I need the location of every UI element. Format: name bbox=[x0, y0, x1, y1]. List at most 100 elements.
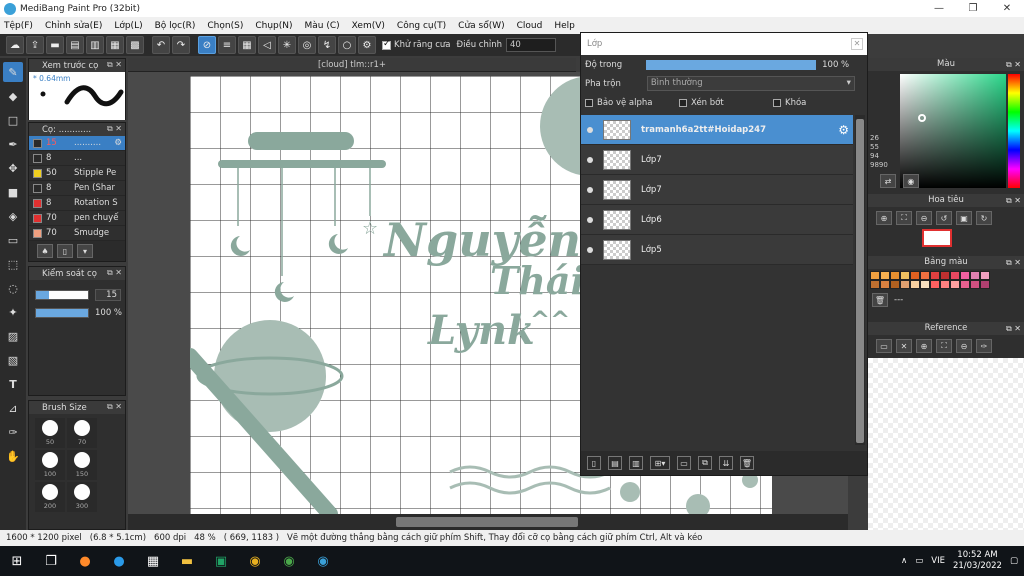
folder-icon[interactable]: ▭ bbox=[876, 339, 892, 353]
layer-item[interactable]: Lớp6 bbox=[581, 205, 853, 235]
excel-icon[interactable]: ▣ bbox=[211, 551, 231, 571]
menu-edit[interactable]: Chỉnh sửa(E) bbox=[45, 21, 102, 31]
add-layer-menu-icon[interactable]: ⊞▾ bbox=[650, 456, 670, 470]
fill-tool-icon[interactable]: ◈ bbox=[3, 206, 23, 226]
menu-view[interactable]: Xem(V) bbox=[352, 21, 385, 31]
eyedropper-icon[interactable]: ✑ bbox=[3, 422, 23, 442]
brush-add-icon[interactable]: ♠ bbox=[37, 244, 53, 258]
brush-list-item[interactable]: 70 pen chuyế bbox=[29, 211, 125, 226]
folder-icon[interactable]: ▭ bbox=[677, 456, 691, 470]
delete-layer-icon[interactable]: 🗑 bbox=[740, 456, 754, 470]
visibility-icon[interactable] bbox=[587, 216, 593, 223]
share-icon[interactable]: ⇪ bbox=[26, 36, 44, 54]
chrome-icon[interactable]: ◉ bbox=[245, 551, 265, 571]
menu-window[interactable]: Cửa sổ(W) bbox=[458, 21, 504, 31]
palette-swatch[interactable] bbox=[880, 271, 890, 280]
palette-swatch[interactable] bbox=[970, 271, 980, 280]
brush-list-item[interactable]: 70 Smudge bbox=[29, 226, 125, 241]
snap-radial-icon[interactable]: ✳ bbox=[278, 36, 296, 54]
layer-vscroll[interactable] bbox=[855, 115, 865, 445]
brush-menu-icon[interactable]: ▾ bbox=[77, 244, 93, 258]
layer-item[interactable]: Lớp7 bbox=[581, 175, 853, 205]
visibility-icon[interactable] bbox=[587, 126, 593, 133]
close-icon[interactable]: ✕ bbox=[851, 38, 863, 50]
navigator-thumbnail[interactable] bbox=[922, 229, 952, 247]
snap-circle-icon[interactable]: ◎ bbox=[298, 36, 316, 54]
adjust-input[interactable]: 40 bbox=[505, 38, 556, 52]
snap-cross-icon[interactable]: ▦ bbox=[238, 36, 256, 54]
brush-size-slider[interactable] bbox=[35, 290, 89, 300]
color-picker-cursor[interactable] bbox=[918, 114, 926, 122]
rotate-right-icon[interactable]: ↻ bbox=[976, 211, 992, 225]
fit-screen-icon[interactable]: ▣ bbox=[956, 211, 972, 225]
menu-snap[interactable]: Chụp(N) bbox=[255, 21, 292, 31]
zoom-out-icon[interactable]: ⊖ bbox=[916, 211, 932, 225]
brush-size-option[interactable]: 70 bbox=[67, 418, 97, 448]
store-icon[interactable]: ▦ bbox=[143, 551, 163, 571]
magic-wand-icon[interactable]: ✦ bbox=[3, 302, 23, 322]
pen-tool-icon[interactable]: ✒ bbox=[3, 134, 23, 154]
brush-opacity-slider[interactable] bbox=[35, 308, 89, 318]
trash-icon[interactable]: 🗑 bbox=[872, 293, 888, 307]
blend-mode-select[interactable]: Bình thường bbox=[646, 76, 855, 91]
brush-list-item[interactable]: 8 Rotation S bbox=[29, 196, 125, 211]
menu-file[interactable]: Tệp(F) bbox=[4, 21, 33, 31]
hscroll-thumb[interactable] bbox=[396, 517, 578, 527]
palette-icon[interactable]: ◉ bbox=[902, 174, 919, 188]
snap-vanish-icon[interactable]: ◁ bbox=[258, 36, 276, 54]
dot-tool-icon[interactable]: □ bbox=[3, 110, 23, 130]
close-icon[interactable]: ✕ bbox=[990, 3, 1024, 14]
snap-off-icon[interactable]: ⊘ bbox=[198, 36, 216, 54]
rotate-left-icon[interactable]: ↺ bbox=[936, 211, 952, 225]
brush-size-option[interactable]: 200 bbox=[35, 482, 65, 512]
reference-canvas[interactable] bbox=[868, 358, 1024, 530]
layer-vscroll-thumb[interactable] bbox=[856, 119, 864, 443]
menu-help[interactable]: Help bbox=[554, 21, 575, 31]
panel-close-icon[interactable]: ⧉ ✕ bbox=[107, 268, 122, 278]
clipping-checkbox[interactable]: Xén bớt bbox=[679, 98, 773, 108]
lock-checkbox[interactable]: Khóa bbox=[773, 98, 867, 108]
visibility-icon[interactable] bbox=[587, 246, 593, 253]
zoom-in-icon[interactable]: ⊕ bbox=[916, 339, 932, 353]
layer-item[interactable]: Lớp7 bbox=[581, 145, 853, 175]
rectangle-tool-icon[interactable]: ■ bbox=[3, 182, 23, 202]
edge-icon[interactable]: ● bbox=[109, 551, 129, 571]
color-picker-area[interactable] bbox=[900, 74, 1006, 188]
select-tool-icon[interactable]: ⬚ bbox=[3, 254, 23, 274]
palette-swatch[interactable] bbox=[870, 280, 880, 289]
brush-tool-icon[interactable]: ✎ bbox=[3, 62, 23, 82]
snap-parallel-icon[interactable]: ≡ bbox=[218, 36, 236, 54]
windows-start-icon[interactable]: ⊞ bbox=[7, 551, 27, 571]
brush-size-option[interactable]: 150 bbox=[67, 450, 97, 480]
protect-alpha-checkbox[interactable]: Bảo vệ alpha bbox=[585, 98, 679, 108]
palette-swatch[interactable] bbox=[980, 271, 990, 280]
language-indicator[interactable]: VIE bbox=[931, 556, 945, 566]
fit-icon[interactable]: ⛶ bbox=[896, 211, 912, 225]
palette-swatch[interactable] bbox=[870, 271, 880, 280]
undo-icon[interactable]: ↶ bbox=[152, 36, 170, 54]
layer-opacity-slider[interactable] bbox=[646, 59, 817, 70]
new-8bit-layer-icon[interactable]: ▥ bbox=[629, 456, 643, 470]
panel-close-icon[interactable]: ⧉ ✕ bbox=[107, 402, 122, 412]
chrome-alt-icon[interactable]: ◉ bbox=[279, 551, 299, 571]
palette-swatch[interactable] bbox=[890, 271, 900, 280]
explorer-icon[interactable]: ▬ bbox=[177, 551, 197, 571]
palette-swatch[interactable] bbox=[940, 280, 950, 289]
snap-curve-icon[interactable]: ↯ bbox=[318, 36, 336, 54]
panel-close-icon[interactable]: ⧉ ✕ bbox=[1006, 194, 1021, 207]
fit-icon[interactable]: ⛶ bbox=[936, 339, 952, 353]
layer-item[interactable]: Lớp5 bbox=[581, 235, 853, 265]
network-icon[interactable]: ▭ bbox=[915, 556, 923, 566]
brush-size-value[interactable]: 15 bbox=[95, 289, 121, 301]
task-view-icon[interactable]: ❐ bbox=[41, 551, 61, 571]
palette-swatch[interactable] bbox=[970, 280, 980, 289]
brush-list-item[interactable]: 15.......... ⚙ bbox=[29, 136, 125, 151]
eyedropper-icon[interactable]: ✑ bbox=[976, 339, 992, 353]
menu-filter[interactable]: Bộ lọc(R) bbox=[155, 21, 196, 31]
firefox-icon[interactable]: ● bbox=[75, 551, 95, 571]
visibility-icon[interactable] bbox=[587, 186, 593, 193]
palette-swatch[interactable] bbox=[910, 271, 920, 280]
brush-size-option[interactable]: 100 bbox=[35, 450, 65, 480]
maximize-icon[interactable]: ❐ bbox=[956, 3, 990, 14]
palette-swatch[interactable] bbox=[900, 280, 910, 289]
